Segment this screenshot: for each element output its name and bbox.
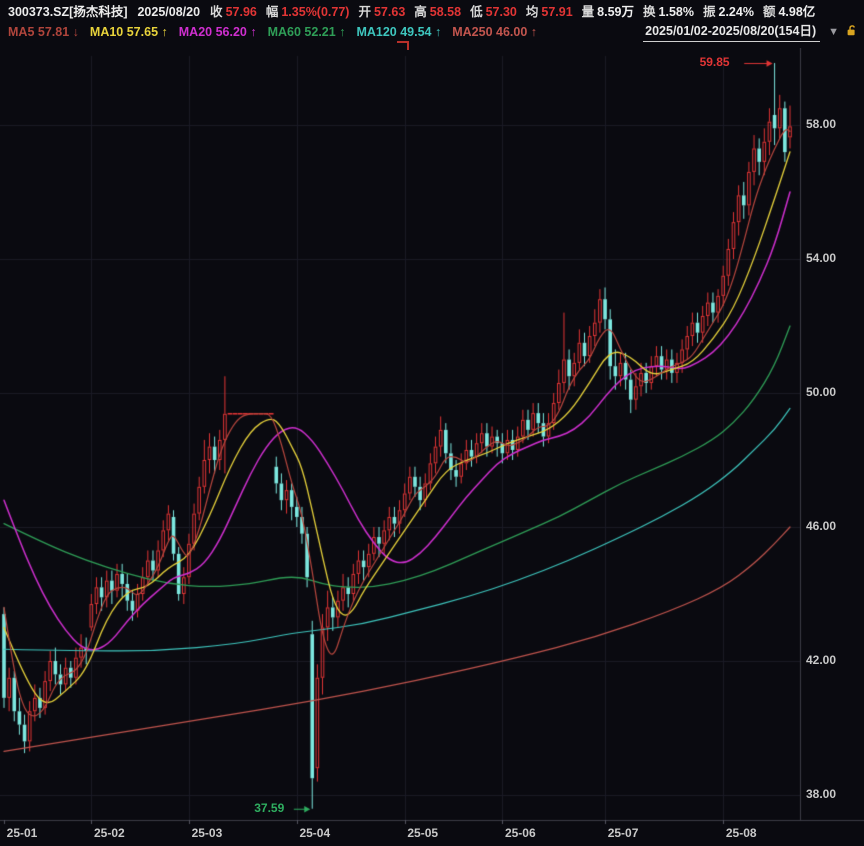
quote-field: 额4.98亿 (763, 3, 815, 21)
y-axis-label: 38.00 (806, 787, 858, 801)
ma-legend-item: MA120 49.54 ↑ (356, 23, 441, 41)
ma-legend-item: MA10 57.65 ↑ (90, 23, 168, 41)
y-axis-label: 42.00 (806, 653, 858, 667)
y-axis-label: 50.00 (806, 385, 858, 399)
quote-field: 量8.59万 (582, 3, 634, 21)
quote-field: 低57.30 (470, 3, 517, 21)
unlock-icon[interactable] (845, 24, 858, 42)
high-price-annotation: 59.85 (700, 55, 730, 69)
chevron-down-icon[interactable]: ▼ (828, 24, 839, 41)
field-value: 58.58 (430, 5, 461, 19)
x-axis-label: 25-02 (81, 826, 137, 840)
field-value: 57.63 (374, 5, 405, 19)
field-value: 57.96 (226, 5, 257, 19)
low-price-annotation: 37.59 (254, 801, 284, 815)
field-value: 1.35%(0.77) (281, 5, 349, 19)
ma-direction-arrow: ↑ (531, 25, 537, 39)
y-axis-label: 54.00 (806, 251, 858, 265)
ma-legend-item: MA5 57.81 ↓ (8, 23, 79, 41)
quote-date: 2025/08/20 (137, 5, 200, 19)
quote-header: 300373.SZ[扬杰科技] 2025/08/20 收57.96 幅1.35%(0.… (0, 0, 864, 48)
kline-chart-canvas[interactable] (0, 48, 864, 846)
field-value: 4.98亿 (778, 5, 815, 19)
x-axis-label: 25-05 (395, 826, 451, 840)
quote-field: 均57.91 (526, 3, 573, 21)
x-axis-label: 25-01 (0, 826, 50, 840)
ma-direction-arrow: ↑ (435, 25, 441, 39)
ma-direction-arrow: ↑ (162, 25, 168, 39)
symbol-title: 300373.SZ[扬杰科技] (8, 5, 127, 19)
quote-field: 幅1.35%(0.77) (266, 3, 350, 21)
x-axis-label: 25-03 (179, 826, 235, 840)
kline-chart-area: 58.00 54.00 50.00 46.00 42.00 38.00 25-0… (0, 48, 864, 846)
ma-legend: MA5 57.81 ↓ MA10 57.65 ↑ MA20 56.20 ↑ MA60 … (8, 23, 548, 41)
ma-legend-item: MA250 46.00 ↑ (452, 23, 537, 41)
quote-row: 300373.SZ[扬杰科技] 2025/08/20 收57.96 幅1.35%(0.… (8, 3, 824, 21)
ma-direction-arrow: ↑ (250, 25, 256, 39)
quote-field: 高58.58 (414, 3, 461, 21)
field-value: 57.30 (486, 5, 517, 19)
field-value: 8.59万 (597, 5, 634, 19)
quote-field: 振2.24% (703, 3, 754, 21)
quote-field: 收57.96 (210, 3, 257, 21)
x-axis-label: 25-07 (595, 826, 651, 840)
y-axis-label: 58.00 (806, 117, 858, 131)
ma-legend-item: MA20 56.20 ↑ (179, 23, 257, 41)
quote-field: 换1.58% (643, 3, 694, 21)
field-value: 2.24% (719, 5, 754, 19)
ma-direction-arrow: ↓ (73, 25, 79, 39)
y-axis-label: 46.00 (806, 519, 858, 533)
ma-legend-item: MA60 52.21 ↑ (268, 23, 346, 41)
quote-field: 开57.63 (358, 3, 405, 21)
field-value: 1.58% (659, 5, 694, 19)
field-value: 57.91 (541, 5, 572, 19)
x-axis-label: 25-04 (287, 826, 343, 840)
ma-direction-arrow: ↑ (339, 25, 345, 39)
date-range-text[interactable]: 2025/01/02-2025/08/20(154日) (643, 23, 820, 42)
x-axis-label: 25-06 (492, 826, 548, 840)
x-axis-label: 25-08 (713, 826, 769, 840)
date-range-selector[interactable]: 2025/01/02-2025/08/20(154日) ▼ (643, 23, 858, 41)
